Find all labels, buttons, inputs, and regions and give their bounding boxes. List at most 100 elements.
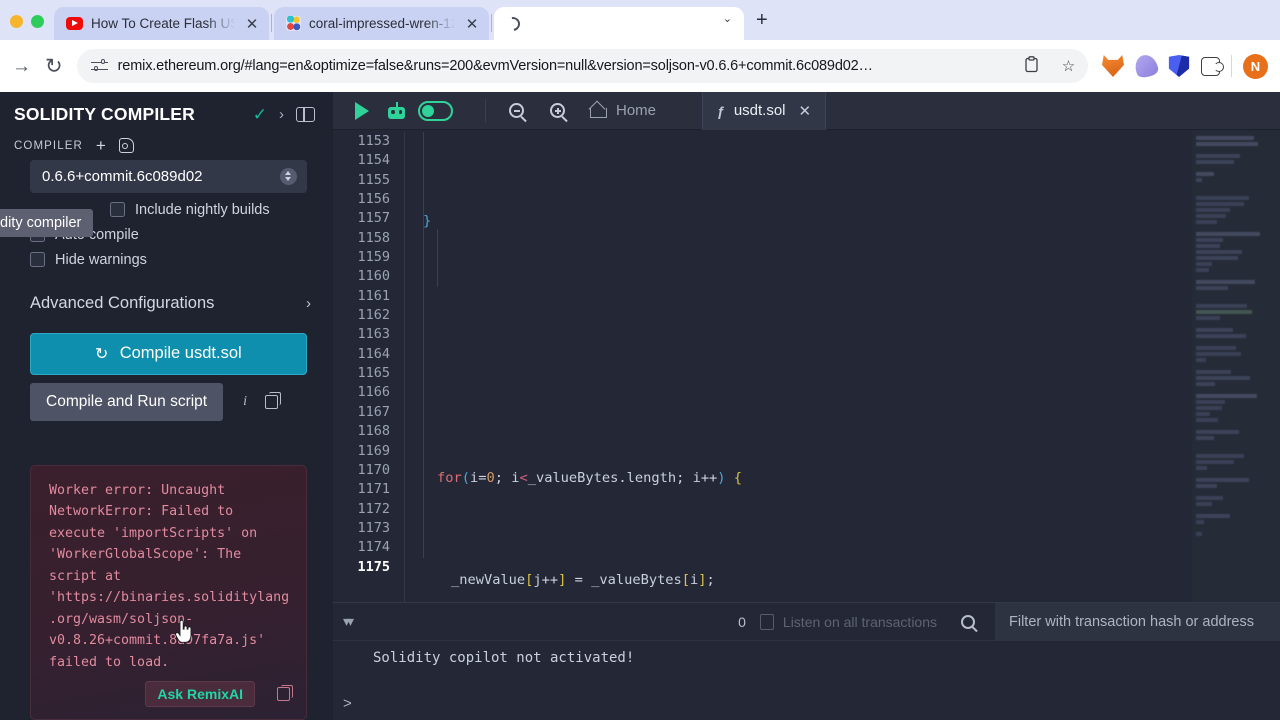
ask-remixai-button[interactable]: Ask RemixAI xyxy=(145,681,255,707)
home-icon xyxy=(590,103,607,118)
bookmark-star-icon[interactable]: ☆ xyxy=(1055,57,1082,75)
listen-on-all-transactions-label: Listen on all transactions xyxy=(782,613,937,630)
zoom-out-icon[interactable] xyxy=(509,103,524,118)
line-number-current: 1175 xyxy=(357,558,390,575)
editor-region: Home ƒ usdt.sol ✕ 1153 1154 1155 1156 11… xyxy=(333,91,1280,720)
terminal-prompt[interactable]: > xyxy=(343,695,352,712)
line-number: 1163 xyxy=(357,326,390,343)
compile-button-label: Compile usdt.sol xyxy=(119,344,242,363)
chevron-down-icon[interactable]: ⌄ xyxy=(723,12,736,35)
info-icon[interactable]: i xyxy=(243,394,247,410)
add-icon[interactable]: + xyxy=(96,137,106,154)
extensions-puzzle-icon[interactable] xyxy=(1201,56,1224,76)
compile-and-run-script-button[interactable]: Compile and Run script xyxy=(30,382,224,421)
chevron-right-icon[interactable]: › xyxy=(279,106,284,123)
forward-arrow-icon[interactable]: → xyxy=(12,57,31,76)
search-icon[interactable] xyxy=(961,614,975,629)
solidity-compiler-panel: SOLIDITY COMPILER ✓ › COMPILER + 0.6.6+c… xyxy=(0,92,333,720)
editor-toolbar: Home ƒ usdt.sol ✕ xyxy=(333,91,1280,130)
rabby-shield-icon[interactable] xyxy=(1168,55,1190,77)
address-bar[interactable]: remix.ethereum.org/#lang=en&optimize=fal… xyxy=(76,49,1088,83)
transaction-filter-input[interactable]: Filter with transaction hash or address xyxy=(995,602,1280,641)
tab-divider xyxy=(271,14,272,32)
compile-button[interactable]: ↺ Compile usdt.sol xyxy=(30,332,307,375)
code-content[interactable]: } for(i=0; i<_valueBytes.length; i++) { … xyxy=(405,132,1192,602)
hide-warnings-checkbox[interactable] xyxy=(30,252,45,268)
metamask-icon[interactable] xyxy=(1102,55,1124,77)
window-controls[interactable] xyxy=(8,15,54,40)
tune-icon[interactable] xyxy=(90,58,108,75)
compiler-error-text: Worker error: Uncaught NetworkError: Fai… xyxy=(49,482,290,670)
tab-title: How To Create Flash USDT || xyxy=(91,16,235,31)
page-title: SOLIDITY COMPILER xyxy=(14,104,196,124)
terminal-controls: 0 Listen on all transactions Filter with… xyxy=(738,602,1280,641)
stepper-icon[interactable] xyxy=(280,167,297,185)
error-actions: Ask RemixAI xyxy=(49,681,293,707)
address-bar-url: remix.ethereum.org/#lang=en&optimize=fal… xyxy=(117,58,873,74)
line-number: 1172 xyxy=(357,500,390,517)
browser-tab-active[interactable]: ⌄ xyxy=(494,7,744,40)
window-minimize-dot[interactable] xyxy=(10,15,23,28)
chevron-double-down-icon[interactable]: ▾▾ xyxy=(343,613,354,630)
terminal-message: Solidity copilot not activated! xyxy=(373,650,635,666)
run-script-row: Compile and Run script i xyxy=(30,382,307,421)
zoom-in-icon[interactable] xyxy=(550,103,565,118)
hide-warnings-label: Hide warnings xyxy=(55,251,147,268)
code-editor[interactable]: 1153 1154 1155 1156 1157 1158 1159 1160 … xyxy=(333,130,1280,602)
remix-ide: SOLIDITY COMPILER ✓ › COMPILER + 0.6.6+c… xyxy=(0,91,1280,720)
remix-icon xyxy=(286,16,301,31)
close-icon[interactable]: ✕ xyxy=(799,102,812,120)
home-button[interactable]: Home xyxy=(590,102,656,119)
include-nightly-builds-label: Include nightly builds xyxy=(135,201,270,218)
copy-icon[interactable] xyxy=(265,392,281,409)
line-number: 1168 xyxy=(357,423,390,440)
line-number: 1170 xyxy=(357,461,390,478)
copy-icon[interactable] xyxy=(277,684,293,701)
youtube-icon xyxy=(66,17,83,30)
browser-tab-youtube[interactable]: How To Create Flash USDT || ✕ xyxy=(54,7,269,40)
tag-icon[interactable] xyxy=(118,138,134,153)
play-icon[interactable] xyxy=(355,101,369,120)
clipboard-icon[interactable] xyxy=(1018,55,1045,77)
compiler-row: COMPILER + xyxy=(0,135,333,160)
clipboard-glyph xyxy=(1025,55,1038,72)
hide-warnings-row[interactable]: Hide warnings xyxy=(0,243,333,268)
robot-icon[interactable] xyxy=(387,102,406,119)
avatar[interactable]: N xyxy=(1243,53,1268,79)
listen-on-all-transactions-checkbox[interactable] xyxy=(759,613,774,630)
code-minimap[interactable] xyxy=(1192,130,1280,602)
compiler-version-select[interactable]: 0.6.6+commit.6c089d02 xyxy=(30,160,307,193)
tab-close-button[interactable]: ✕ xyxy=(463,15,481,33)
code-editor-inner[interactable]: 1153 1154 1155 1156 1157 1158 1159 1160 … xyxy=(333,130,1192,602)
compiler-error-panel: Worker error: Uncaught NetworkError: Fai… xyxy=(30,464,307,720)
phantom-icon[interactable] xyxy=(1132,52,1160,80)
panel-layout-icon[interactable] xyxy=(296,107,315,122)
file-tab-usdt-sol[interactable]: ƒ usdt.sol ✕ xyxy=(702,91,827,130)
browser-tab-remix-ide[interactable]: coral-impressed-wren-123.m ✕ xyxy=(274,7,489,40)
indent-guide xyxy=(437,229,438,287)
compiler-label: COMPILER xyxy=(14,139,83,152)
line-number-gutter: 1153 1154 1155 1156 1157 1158 1159 1160 … xyxy=(333,132,405,602)
compiler-tooltip: dity compiler xyxy=(0,209,94,237)
new-tab-button[interactable]: + xyxy=(744,10,782,40)
terminal-toolbar: ▾▾ 0 Listen on all transactions Filter w… xyxy=(333,602,1280,641)
line-number: 1161 xyxy=(357,287,390,304)
tab-close-button[interactable]: ✕ xyxy=(243,15,261,33)
compiler-version-value: 0.6.6+commit.6c089d02 xyxy=(42,167,203,185)
transaction-count: 0 xyxy=(738,613,746,630)
line-number: 1159 xyxy=(357,249,390,266)
panel-header: SOLIDITY COMPILER ✓ › xyxy=(0,92,333,135)
extension-icons: N xyxy=(1102,52,1268,80)
line-number: 1167 xyxy=(357,403,390,420)
window-maximize-dot[interactable] xyxy=(31,15,44,28)
advanced-configurations-row[interactable]: Advanced Configurations › xyxy=(30,294,311,313)
toggle-on-icon[interactable] xyxy=(418,100,453,121)
line-number: 1165 xyxy=(357,365,390,382)
terminal-output: Solidity copilot not activated! > xyxy=(333,641,1280,720)
reload-icon[interactable]: ↻ xyxy=(45,56,63,77)
include-nightly-builds-checkbox[interactable] xyxy=(110,202,125,218)
